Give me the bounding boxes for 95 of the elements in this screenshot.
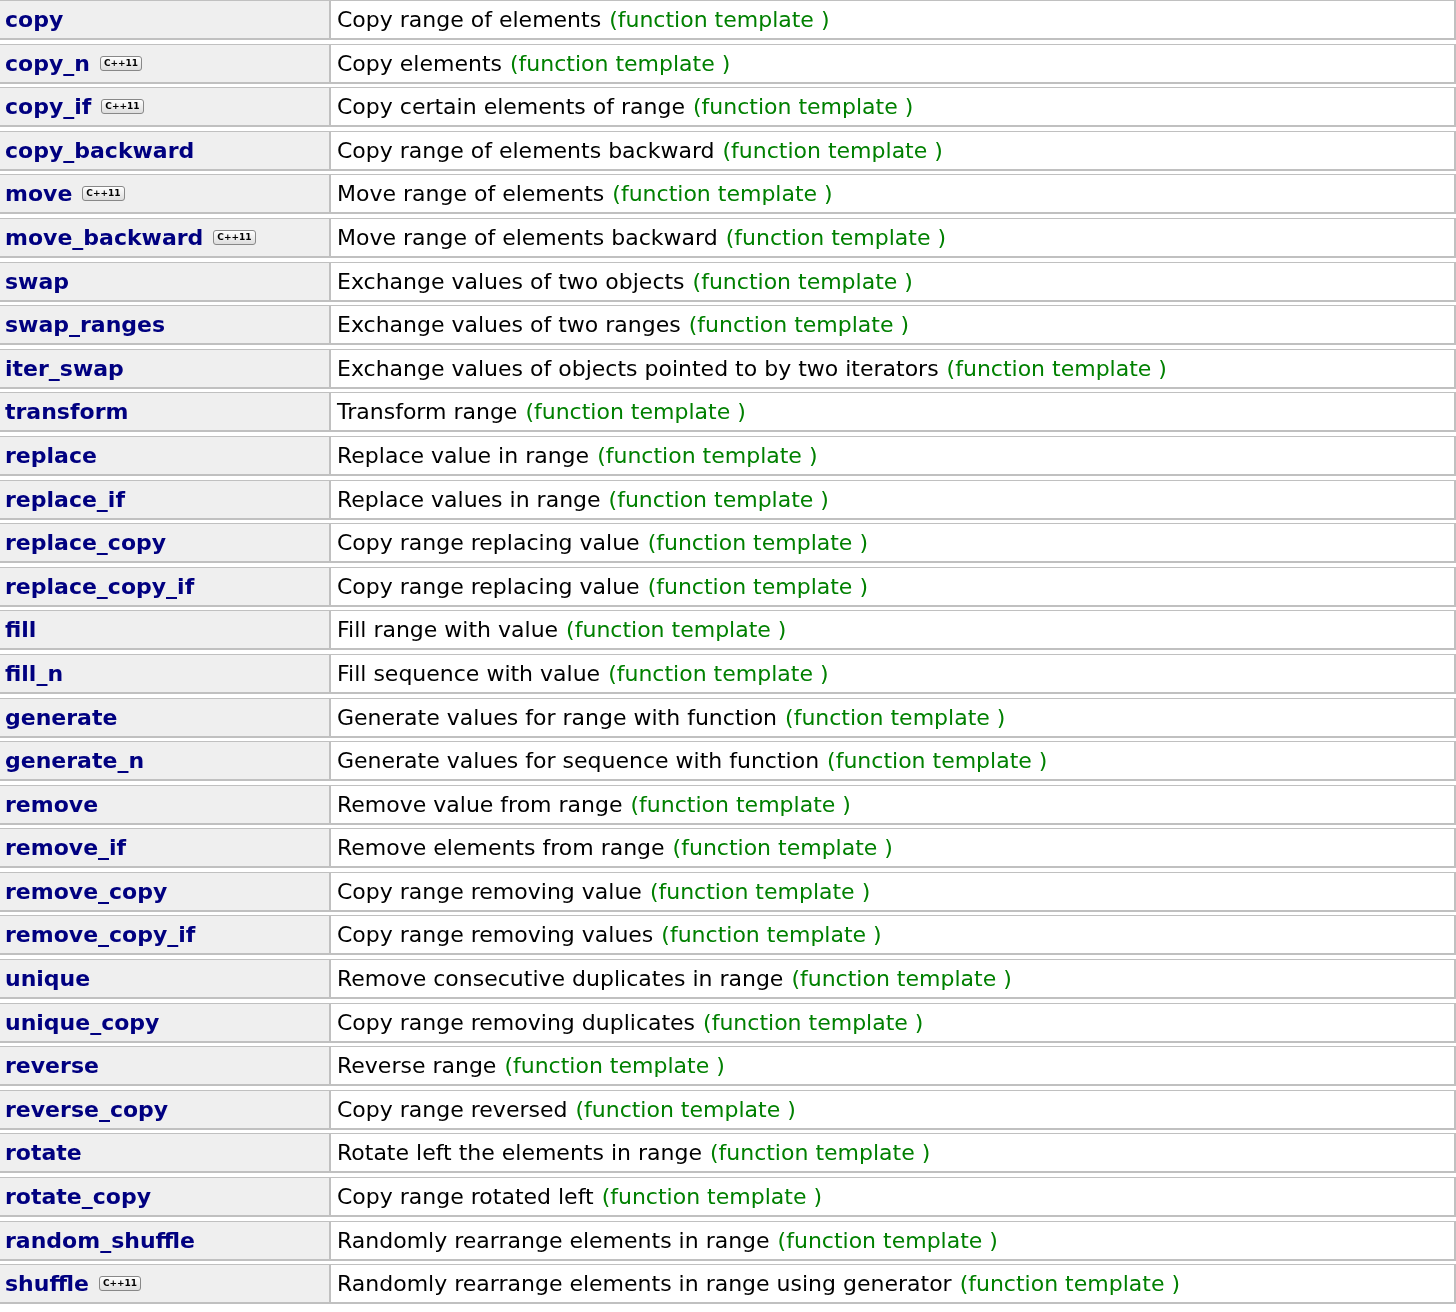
type-label: (function template ) bbox=[647, 572, 868, 601]
description-text: Rotate left the elements in range bbox=[337, 1139, 702, 1168]
type-label: (function template ) bbox=[693, 93, 914, 122]
function-name-link[interactable]: replace bbox=[5, 438, 97, 472]
function-name-link[interactable]: move_backward bbox=[5, 220, 204, 254]
description-text: Copy range replacing value bbox=[337, 529, 640, 558]
function-name-link[interactable]: copy_if bbox=[5, 90, 92, 124]
type-label: (function template ) bbox=[566, 616, 787, 645]
type-label: (function template ) bbox=[609, 6, 830, 34]
description-text: Copy range reversed bbox=[337, 1095, 568, 1124]
type-label: (function template ) bbox=[777, 1226, 998, 1255]
description-text: Randomly rearrange elements in range bbox=[337, 1226, 770, 1255]
function-name-link[interactable]: rotate_copy bbox=[5, 1180, 151, 1214]
description-text: Exchange values of two objects bbox=[337, 267, 685, 296]
description-text: Generate values for range with function bbox=[337, 703, 778, 732]
description-text: Copy range removing value bbox=[337, 877, 642, 906]
type-label: (function template ) bbox=[630, 790, 851, 819]
description-text: Copy range of elements bbox=[337, 6, 602, 34]
type-label: (function template ) bbox=[959, 1270, 1180, 1299]
description-text: Reverse range bbox=[337, 1052, 497, 1081]
type-label: (function template ) bbox=[692, 267, 913, 296]
function-name-link[interactable]: copy bbox=[5, 3, 64, 36]
description-text: Fill range with value bbox=[337, 616, 559, 645]
description-text: Copy certain elements of range bbox=[337, 93, 685, 122]
version-badge: C++11 bbox=[82, 186, 125, 202]
type-label: (function template ) bbox=[597, 441, 818, 470]
function-name-link[interactable]: replace_if bbox=[5, 482, 125, 516]
version-badge: C++11 bbox=[213, 229, 256, 245]
type-label: (function template ) bbox=[946, 354, 1167, 383]
version-badge: C++11 bbox=[101, 99, 144, 115]
type-label: (function template ) bbox=[661, 921, 882, 950]
function-name-link[interactable]: replace_copy_if bbox=[5, 569, 195, 603]
description-text: Remove elements from range bbox=[337, 834, 665, 863]
type-label: (function template ) bbox=[703, 1008, 924, 1037]
description-text: Copy range removing duplicates bbox=[337, 1008, 696, 1037]
function-name-link[interactable]: remove_if bbox=[5, 831, 127, 865]
type-label: (function template ) bbox=[827, 747, 1048, 776]
type-label: (function template ) bbox=[647, 529, 868, 558]
type-label: (function template ) bbox=[612, 180, 833, 209]
function-name-link[interactable]: remove bbox=[5, 787, 99, 821]
function-name-link[interactable]: iter_swap bbox=[5, 351, 124, 385]
type-label: (function template ) bbox=[785, 703, 1006, 732]
type-label: (function template ) bbox=[722, 136, 943, 165]
description-text: Copy range of elements backward bbox=[337, 136, 715, 165]
function-name-link[interactable]: rotate bbox=[5, 1136, 82, 1170]
function-name-link[interactable]: move bbox=[5, 177, 73, 211]
type-label: (function template ) bbox=[504, 1052, 725, 1081]
type-label: (function template ) bbox=[649, 877, 871, 906]
type-label: (function template ) bbox=[688, 311, 910, 340]
function-name-link[interactable]: fill bbox=[5, 613, 37, 647]
function-name-link[interactable]: remove_copy bbox=[5, 874, 168, 908]
description-text: Transform range bbox=[337, 398, 518, 427]
function-name-link[interactable]: transform bbox=[5, 395, 129, 429]
version-badge: C++11 bbox=[99, 55, 143, 71]
function-name-link[interactable]: unique bbox=[5, 962, 91, 996]
function-name-link[interactable]: fill_n bbox=[5, 656, 64, 690]
description-text: Exchange values of two ranges bbox=[337, 311, 681, 340]
function-name-link[interactable]: replace_copy bbox=[5, 526, 167, 560]
description-text: Generate values for sequence with function bbox=[337, 747, 820, 776]
description-text: Exchange values of objects pointed to by two iterators bbox=[337, 354, 939, 383]
type-label: (function template ) bbox=[608, 485, 829, 514]
function-name-link[interactable]: swap_ranges bbox=[5, 308, 166, 342]
description-text: Randomly rearrange elements in range using generator bbox=[337, 1270, 952, 1299]
description-text: Move range of elements bbox=[337, 180, 605, 209]
function-name-link[interactable]: generate bbox=[5, 700, 118, 734]
function-name-link[interactable]: remove_copy_if bbox=[5, 918, 196, 952]
description-text: Remove consecutive duplicates in range bbox=[337, 965, 784, 994]
function-name-link[interactable]: copy_backward bbox=[5, 133, 195, 167]
description-text: Fill sequence with value bbox=[337, 659, 601, 688]
type-label: (function template ) bbox=[709, 1139, 931, 1168]
function-name-link[interactable]: shuffle bbox=[5, 1267, 89, 1301]
type-label: (function template ) bbox=[601, 1183, 822, 1212]
description-text: Replace value in range bbox=[337, 441, 590, 470]
description-text: Move range of elements backward bbox=[337, 223, 718, 252]
type-label: (function template ) bbox=[575, 1095, 796, 1124]
function-name-link[interactable]: reverse bbox=[5, 1049, 99, 1083]
function-name-link[interactable]: random_shuffle bbox=[5, 1223, 196, 1257]
function-name-link[interactable]: unique_copy bbox=[5, 1005, 160, 1039]
type-label: (function template ) bbox=[725, 223, 947, 252]
function-name-link[interactable]: swap bbox=[5, 264, 69, 298]
description-text: Replace values in range bbox=[337, 485, 601, 514]
description-text: Remove value from range bbox=[337, 790, 623, 819]
function-name-link[interactable]: reverse_copy bbox=[5, 1092, 169, 1126]
description-text: Copy range replacing value bbox=[337, 572, 640, 601]
type-label: (function template ) bbox=[672, 834, 893, 863]
type-label: (function template ) bbox=[525, 398, 746, 427]
description-text: Copy elements bbox=[337, 49, 502, 78]
type-label: (function template ) bbox=[608, 659, 829, 688]
description-text: Copy range removing values bbox=[337, 921, 654, 950]
description-text: Copy range rotated left bbox=[337, 1183, 594, 1212]
type-label: (function template ) bbox=[791, 965, 1012, 994]
version-badge: C++11 bbox=[98, 1276, 142, 1292]
function-name-link[interactable]: generate_n bbox=[5, 744, 145, 778]
function-name-link[interactable]: copy_n bbox=[5, 46, 90, 80]
type-label: (function template ) bbox=[510, 49, 731, 78]
